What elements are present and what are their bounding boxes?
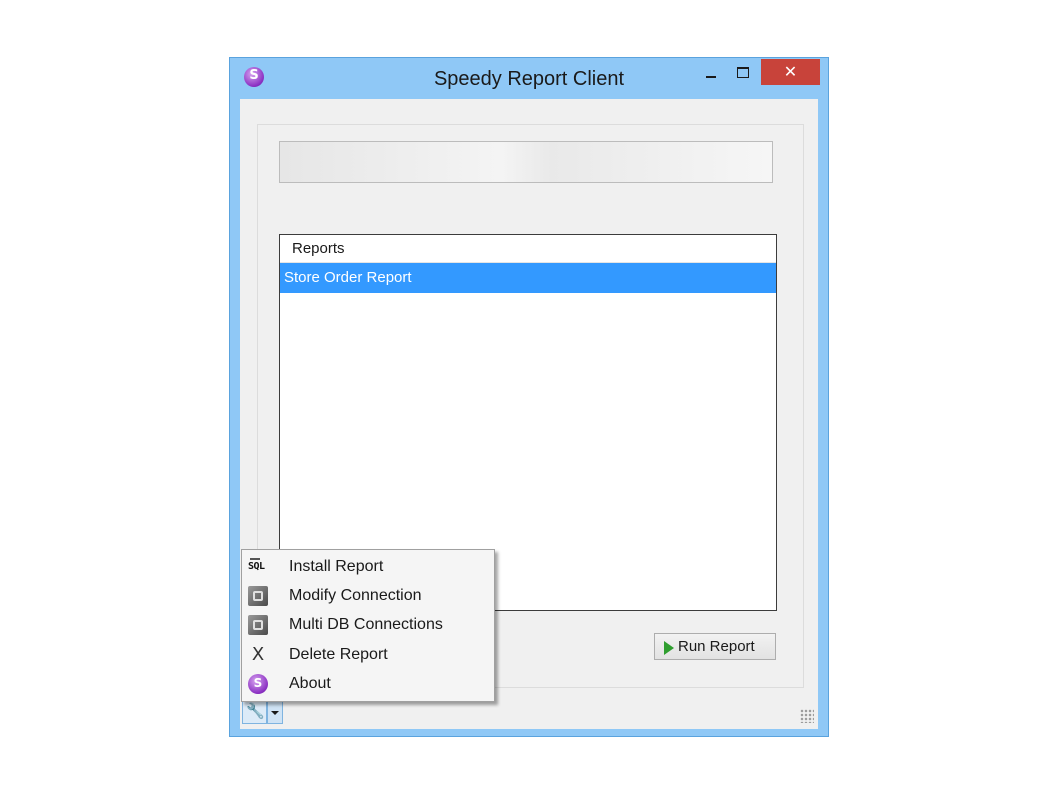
menu-item-label: Multi DB Connections [289, 616, 443, 633]
tools-dropdown-button[interactable] [267, 700, 283, 724]
reports-column-header[interactable]: Reports [280, 235, 776, 263]
title-bar[interactable]: Speedy Report Client ✕ [230, 58, 828, 98]
run-report-label: Run Report [678, 638, 755, 655]
menu-item-modify-connection[interactable]: Modify Connection [242, 581, 494, 610]
play-icon [664, 641, 674, 655]
multi-db-icon [248, 615, 268, 635]
close-button[interactable]: ✕ [761, 59, 820, 85]
menu-item-about[interactable]: About [242, 669, 494, 698]
sql-icon: SQL [248, 557, 268, 577]
app-logo-icon [248, 674, 268, 694]
menu-item-label: About [289, 675, 331, 692]
menu-item-multi-db-connections[interactable]: Multi DB Connections [242, 610, 494, 639]
resize-grip-icon[interactable] [800, 709, 814, 723]
list-item[interactable]: Store Order Report [280, 263, 776, 293]
wrench-icon: 🔧 [246, 703, 265, 720]
menu-item-install-report[interactable]: SQL Install Report [242, 552, 494, 581]
column-header-label: Reports [292, 240, 345, 257]
run-report-button[interactable]: Run Report [654, 633, 776, 660]
modify-connection-icon [248, 586, 268, 606]
progress-bar [279, 141, 773, 183]
menu-item-label: Modify Connection [289, 587, 422, 604]
menu-item-label: Install Report [289, 558, 384, 575]
list-item-label: Store Order Report [284, 269, 412, 286]
maximize-button[interactable] [730, 59, 756, 85]
minimize-button[interactable] [698, 59, 724, 85]
menu-item-label: Delete Report [289, 646, 388, 663]
tools-context-menu: SQL Install Report Modify Connection Mul… [241, 549, 495, 702]
menu-item-delete-report[interactable]: X Delete Report [242, 640, 494, 669]
x-icon: X [251, 644, 265, 665]
tools-button[interactable]: 🔧 [242, 700, 267, 724]
